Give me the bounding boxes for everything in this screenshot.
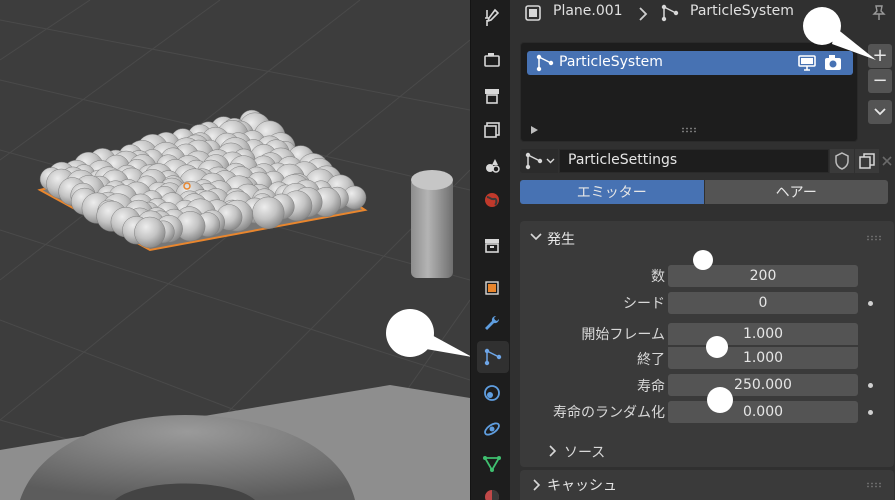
annotation-dot xyxy=(706,336,728,358)
particle-settings-selector: ParticleSettings xyxy=(520,149,894,173)
tab-emitter[interactable]: エミッター xyxy=(520,180,704,204)
tab-hair[interactable]: ヘアー xyxy=(704,180,888,204)
chevron-right-icon xyxy=(549,445,557,457)
annotation-dot xyxy=(693,250,713,270)
chevron-down-icon xyxy=(546,158,555,164)
seed-field[interactable]: 0 xyxy=(668,292,858,314)
annotation-callout-particles xyxy=(386,309,470,357)
breadcrumb-object: Plane.001 xyxy=(553,3,623,19)
particles-icon[interactable] xyxy=(477,341,509,373)
drag-handle-icon[interactable] xyxy=(866,482,882,488)
particle-spheres xyxy=(39,109,367,249)
specials-menu-button[interactable] xyxy=(868,100,892,124)
cache-panel-header[interactable]: キャッシュ xyxy=(520,470,894,500)
remove-icon: − xyxy=(872,70,888,91)
constraints-icon[interactable] xyxy=(479,416,505,442)
keyframe-dot-icon[interactable] xyxy=(868,301,873,306)
duplicate-button[interactable] xyxy=(855,149,879,173)
data-icon[interactable] xyxy=(479,450,505,476)
particle-sphere xyxy=(252,196,285,229)
field-label: シード xyxy=(623,296,665,312)
resize-grip-icon[interactable] xyxy=(681,127,697,133)
frame-start-field[interactable]: 1.000 xyxy=(668,323,858,345)
remove-button[interactable]: − xyxy=(868,69,892,93)
physics-icon[interactable] xyxy=(479,380,505,406)
emission-panel: 発生 数 200 シード 0 開始フレーム 1.000 終了 1.000 寿命 … xyxy=(520,221,894,467)
duplicate-icon xyxy=(859,153,875,169)
chevron-right-icon xyxy=(533,479,541,491)
render-icon[interactable] xyxy=(479,47,505,73)
properties-tab-bar xyxy=(470,0,510,500)
fake-user-button[interactable] xyxy=(830,149,854,173)
lifetime-field[interactable]: 250.000 xyxy=(668,374,858,396)
chevron-down-icon xyxy=(530,233,542,241)
settings-name-field[interactable]: ParticleSettings xyxy=(559,149,829,173)
breadcrumb-system: ParticleSystem xyxy=(690,3,794,19)
material-icon[interactable] xyxy=(479,484,505,500)
3d-viewport[interactable] xyxy=(0,0,470,500)
collection-icon[interactable] xyxy=(479,232,505,258)
panel-title: キャッシュ xyxy=(547,478,617,494)
annotation-dot xyxy=(707,387,733,413)
chevron-right-icon xyxy=(639,7,648,21)
lifetime-random-field[interactable]: 0.000 xyxy=(668,401,858,423)
field-label: 寿命のランダム化 xyxy=(553,405,665,421)
cylinder-mesh xyxy=(411,170,453,278)
close-icon xyxy=(882,156,892,166)
field-label: 寿命 xyxy=(637,379,665,395)
field-label: 開始フレーム xyxy=(581,327,665,343)
tool-settings-icon[interactable] xyxy=(479,5,505,31)
scene-icon[interactable] xyxy=(479,152,505,178)
particles-icon xyxy=(525,152,543,170)
subpanel-title: ソース xyxy=(564,445,606,461)
keyframe-dot-icon[interactable] xyxy=(868,410,873,415)
output-icon[interactable] xyxy=(479,83,505,109)
field-label: 終了 xyxy=(637,352,665,368)
particle-sphere xyxy=(134,216,166,249)
drag-handle-icon[interactable] xyxy=(866,235,882,241)
object-icon xyxy=(525,5,541,21)
frame-end-field[interactable]: 1.000 xyxy=(668,347,858,369)
viewport-scene xyxy=(0,0,470,500)
source-subpanel-header[interactable]: ソース xyxy=(520,439,894,465)
modifier-icon[interactable] xyxy=(479,310,505,336)
unlink-button[interactable] xyxy=(880,149,894,173)
object-icon[interactable] xyxy=(479,275,505,301)
particles-icon xyxy=(661,4,679,22)
particles-icon xyxy=(536,54,554,72)
world-icon[interactable] xyxy=(479,187,505,213)
chevron-down-icon xyxy=(874,108,886,116)
annotation-callout-add xyxy=(803,7,876,60)
panel-title: 発生 xyxy=(547,232,575,248)
list-item-label: ParticleSystem xyxy=(559,54,663,70)
properties-editor: Plane.001 ParticleSystem ParticleSystem xyxy=(510,0,895,500)
field-label: 数 xyxy=(651,269,665,285)
expand-triangle-icon[interactable] xyxy=(529,125,539,135)
keyframe-dot-icon[interactable] xyxy=(868,383,873,388)
view-layer-icon[interactable] xyxy=(479,117,505,143)
browse-settings-button[interactable] xyxy=(520,149,558,173)
particle-type-tabs: エミッター ヘアー xyxy=(520,180,888,204)
shield-icon xyxy=(835,152,849,170)
